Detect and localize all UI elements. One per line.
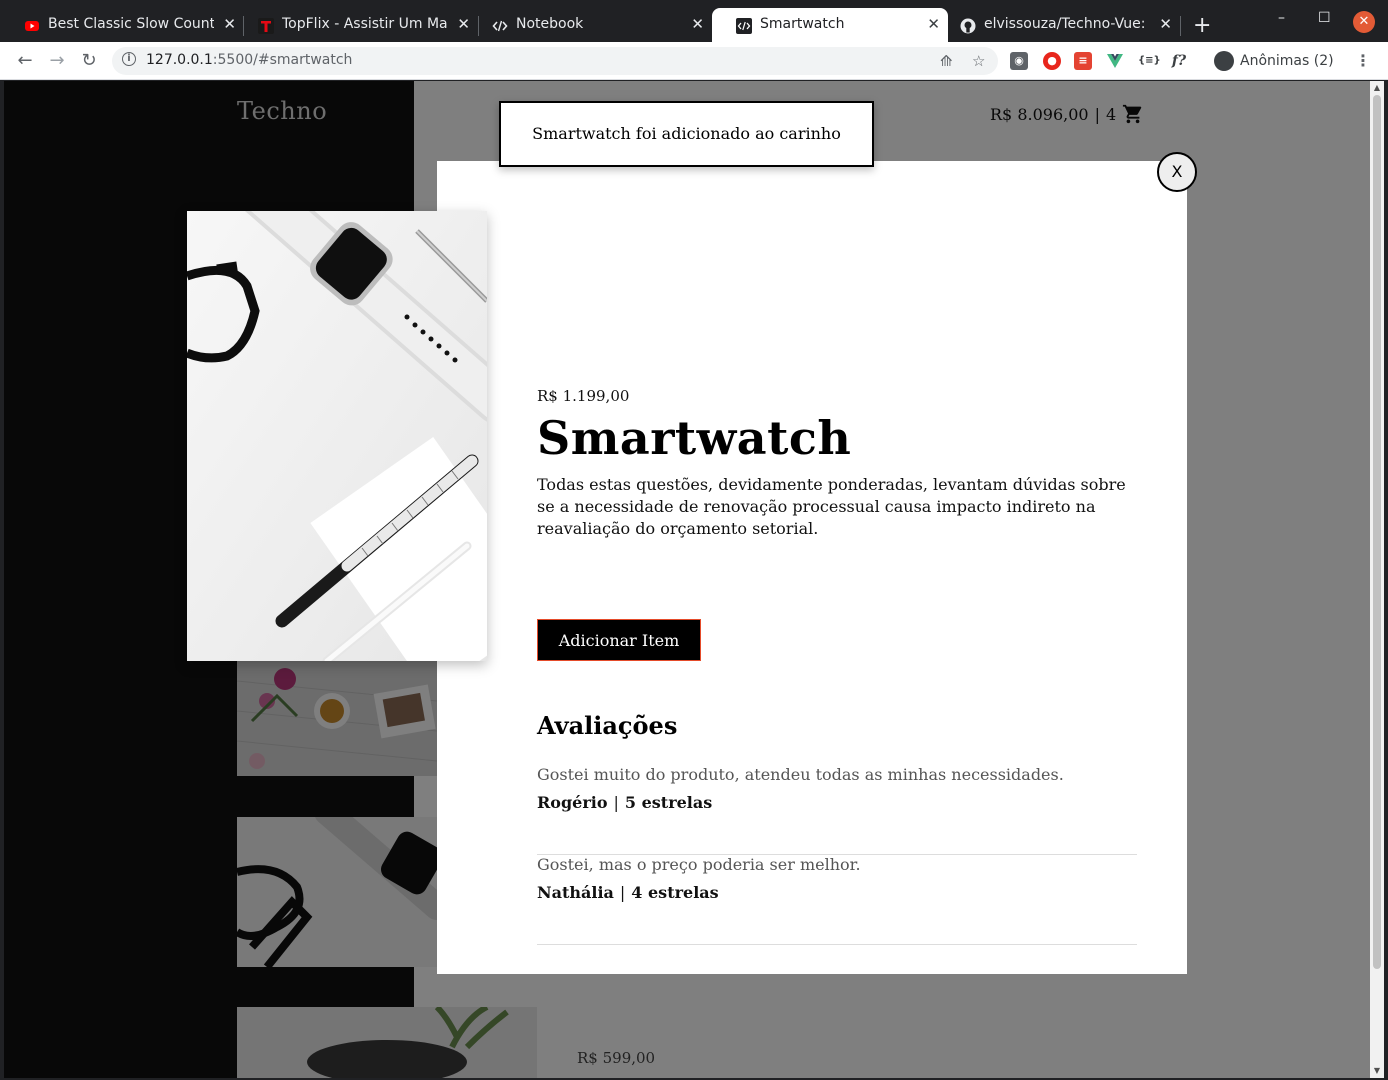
- page-scrollbar[interactable]: ▲ ▼: [1370, 81, 1384, 1078]
- translate-icon[interactable]: ⟰: [940, 52, 953, 70]
- vue-devtools-icon[interactable]: [1106, 52, 1124, 70]
- extension-spy-icon[interactable]: ◉: [1010, 52, 1028, 70]
- page-viewport: Techno R$ 8.096,00 | 4: [4, 81, 1370, 1078]
- json-formatter-icon[interactable]: {≡}: [1138, 52, 1161, 70]
- tab-title: TopFlix - Assistir Um Mal: [282, 16, 448, 32]
- back-arrow-icon[interactable]: ←: [14, 50, 36, 72]
- code-tab-icon: [736, 18, 752, 34]
- reload-icon[interactable]: ↻: [78, 50, 100, 72]
- smartwatch-flatlay-image: [187, 211, 487, 661]
- browser-menu-icon[interactable]: ⋮: [1355, 51, 1371, 70]
- minimize-window-icon[interactable]: –: [1278, 10, 1285, 26]
- github-icon: [960, 18, 976, 34]
- youtube-icon: [25, 21, 39, 31]
- review-author: Nathália: [537, 883, 614, 902]
- product-image: [187, 211, 487, 661]
- review-stars: 4 estrelas: [631, 883, 719, 902]
- tab-title: elvissouza/Techno-Vue: f: [984, 16, 1150, 32]
- browser-tab-topflix[interactable]: TopFlix - Assistir Um Mal ✕: [234, 8, 478, 42]
- close-tab-icon[interactable]: ✕: [691, 15, 704, 33]
- address-bar[interactable]: i 127.0.0.1:5500/#smartwatch ⟰ ☆: [112, 47, 998, 75]
- review-item: Gostei, mas o preço poderia ser melhor. …: [537, 855, 1137, 945]
- incognito-icon: [1214, 51, 1234, 71]
- product-price: R$ 1.199,00: [537, 387, 630, 405]
- review-meta: Rogério | 5 estrelas: [537, 793, 712, 812]
- browser-tab-youtube[interactable]: Best Classic Slow Country ✕: [0, 8, 244, 42]
- reviews-heading: Avaliações: [537, 711, 678, 740]
- browser-tab-github[interactable]: elvissouza/Techno-Vue: f ✕: [936, 8, 1180, 42]
- review-stars: 5 estrelas: [624, 793, 713, 812]
- scroll-up-icon[interactable]: ▲: [1372, 83, 1382, 92]
- scroll-down-icon[interactable]: ▼: [1372, 1066, 1382, 1075]
- add-item-button[interactable]: Adicionar Item: [537, 619, 701, 661]
- product-title: Smartwatch: [537, 411, 852, 465]
- review-separator: |: [619, 883, 626, 902]
- added-to-cart-toast: Smartwatch foi adicionado ao carinho: [499, 101, 874, 167]
- scrollbar-thumb[interactable]: [1373, 95, 1381, 969]
- tab-separator: [1180, 16, 1181, 36]
- tab-title: Notebook: [516, 16, 584, 32]
- code-tab-icon: [492, 20, 508, 32]
- review-author: Rogério: [537, 793, 608, 812]
- maximize-window-icon[interactable]: ☐: [1318, 10, 1331, 26]
- forward-arrow-icon[interactable]: →: [46, 50, 68, 72]
- review-meta: Nathália | 4 estrelas: [537, 883, 719, 902]
- new-tab-button[interactable]: +: [1193, 13, 1211, 38]
- review-separator: |: [613, 793, 619, 812]
- url-text: 127.0.0.1:5500/#smartwatch: [146, 52, 353, 68]
- close-window-icon[interactable]: ✕: [1353, 11, 1375, 33]
- tab-title: Best Classic Slow Country: [48, 16, 214, 32]
- bookmark-star-icon[interactable]: ☆: [972, 52, 985, 70]
- review-text: Gostei, mas o preço poderia ser melhor.: [537, 855, 861, 874]
- browser-tab-notebook[interactable]: Notebook ✕: [468, 8, 712, 42]
- browser-toolbar: ← → ↻ i 127.0.0.1:5500/#smartwatch ⟰ ☆ ◉…: [0, 42, 1388, 80]
- extension-todoist-icon[interactable]: ≡: [1074, 52, 1092, 70]
- topflix-icon: [258, 18, 274, 34]
- review-item: Gostei muito do produto, atendeu todas a…: [537, 765, 1137, 855]
- close-modal-button[interactable]: X: [1157, 152, 1197, 192]
- incognito-profile-button[interactable]: Anônimas (2): [1206, 48, 1344, 74]
- profile-label: Anônimas (2): [1240, 53, 1334, 69]
- extension-shield-icon[interactable]: ●: [1043, 52, 1061, 70]
- site-info-icon[interactable]: i: [122, 52, 136, 66]
- close-tab-icon[interactable]: ✕: [1159, 15, 1172, 33]
- tab-title: Smartwatch: [760, 16, 845, 32]
- browser-tab-smartwatch[interactable]: Smartwatch ✕: [712, 8, 948, 42]
- browser-tab-strip: Best Classic Slow Country ✕ TopFlix - As…: [0, 0, 1388, 42]
- product-description: Todas estas questões, devidamente ponder…: [537, 475, 1126, 538]
- formula-extension-icon[interactable]: f?: [1170, 52, 1188, 70]
- review-text: Gostei muito do produto, atendeu todas a…: [537, 765, 1064, 784]
